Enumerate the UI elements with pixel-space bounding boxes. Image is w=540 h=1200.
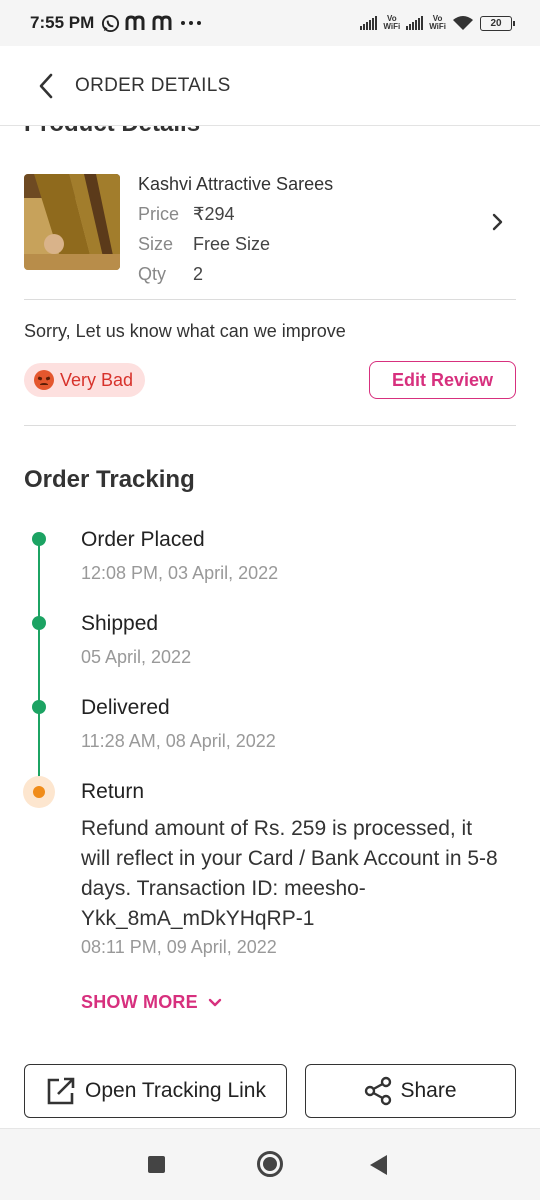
divider (24, 299, 516, 300)
feedback-prompt: Sorry, Let us know what can we improve (24, 321, 346, 341)
price-label: Price (138, 204, 180, 224)
step-time: 05 April, 2022 (81, 647, 192, 667)
step-title: Shipped (81, 612, 159, 635)
qty-row: Qty 2 (138, 264, 203, 285)
rating-label: Very Bad (60, 369, 134, 390)
open-tracking-link-button[interactable]: Open Tracking Link (24, 1064, 287, 1118)
divider (24, 425, 516, 426)
wifi-icon (453, 16, 473, 30)
page-title: ORDER DETAILS (75, 74, 231, 96)
home-button[interactable] (257, 1151, 283, 1177)
vowifi-label: Vo WiFi (429, 14, 446, 31)
step-complete-dot (32, 532, 46, 546)
rating-badge: Very Bad (24, 363, 146, 397)
show-more-label: SHOW MORE (81, 992, 198, 1012)
price-value: ₹294 (193, 204, 235, 224)
signal-icon (360, 16, 378, 30)
signal-icon (406, 16, 424, 30)
step-title: Order Placed (81, 528, 205, 551)
product-card[interactable]: Kashvi Attractive Sarees Price ₹294 Size… (24, 174, 516, 284)
qty-label: Qty (138, 264, 167, 284)
order-tracking-title: Order Tracking (24, 466, 195, 493)
size-label: Size (138, 234, 174, 254)
step-pending-dot (23, 776, 55, 808)
order-details-content: Product Details Kashvi Attractive Sarees… (0, 126, 540, 1128)
chevron-down-icon (208, 998, 221, 1006)
step-complete-dot (32, 700, 46, 714)
show-more-button[interactable]: SHOW MORE (81, 992, 222, 1013)
open-tracking-label: Open Tracking Link (85, 1079, 266, 1102)
qty-value: 2 (193, 264, 204, 284)
size-row: Size Free Size (138, 234, 270, 255)
chevron-right-icon (492, 213, 503, 231)
vowifi-label: Vo WiFi (383, 14, 401, 31)
step-time: 08:11 PM, 09 April, 2022 (81, 937, 277, 957)
share-icon (365, 1076, 392, 1106)
product-details-heading: Product Details (24, 126, 200, 138)
back-arrow-icon (39, 73, 53, 98)
system-back-button[interactable] (370, 1155, 387, 1175)
step-complete-dot (32, 616, 46, 630)
step-title: Delivered (81, 696, 170, 719)
meesho-m-icon (125, 15, 145, 30)
edit-review-button[interactable]: Edit Review (369, 361, 516, 399)
share-button[interactable]: Share (305, 1064, 516, 1118)
meesho-m-icon (152, 15, 172, 30)
size-value: Free Size (193, 234, 271, 254)
notification-icons (101, 14, 203, 33)
share-label: Share (400, 1079, 457, 1102)
angry-face-icon (34, 370, 54, 390)
step-time: 12:08 PM, 03 April, 2022 (81, 563, 279, 583)
product-name: Kashvi Attractive Sarees (138, 174, 334, 194)
recents-button[interactable] (148, 1156, 165, 1173)
whatsapp-icon (102, 14, 120, 32)
step-time: 11:28 AM, 08 April, 2022 (81, 731, 276, 751)
status-time: 7:55 PM (30, 13, 95, 32)
app-header: ORDER DETAILS (0, 46, 540, 126)
system-icons: Vo WiFi Vo WiFi 20 (360, 14, 515, 31)
system-navigation-bar (0, 1128, 540, 1200)
price-row: Price ₹294 (138, 204, 234, 225)
back-button[interactable] (26, 66, 66, 106)
tracking-progress-line (38, 540, 40, 790)
more-dots-icon (181, 21, 202, 25)
battery-icon: 20 (480, 15, 515, 31)
status-bar: 7:55 PM Vo WiFi Vo WiFi 20 (0, 0, 540, 46)
product-image (24, 174, 120, 270)
step-description: Refund amount of Rs. 259 is processed, i… (81, 817, 498, 930)
step-title: Return (81, 780, 145, 803)
external-link-icon (47, 1077, 75, 1105)
